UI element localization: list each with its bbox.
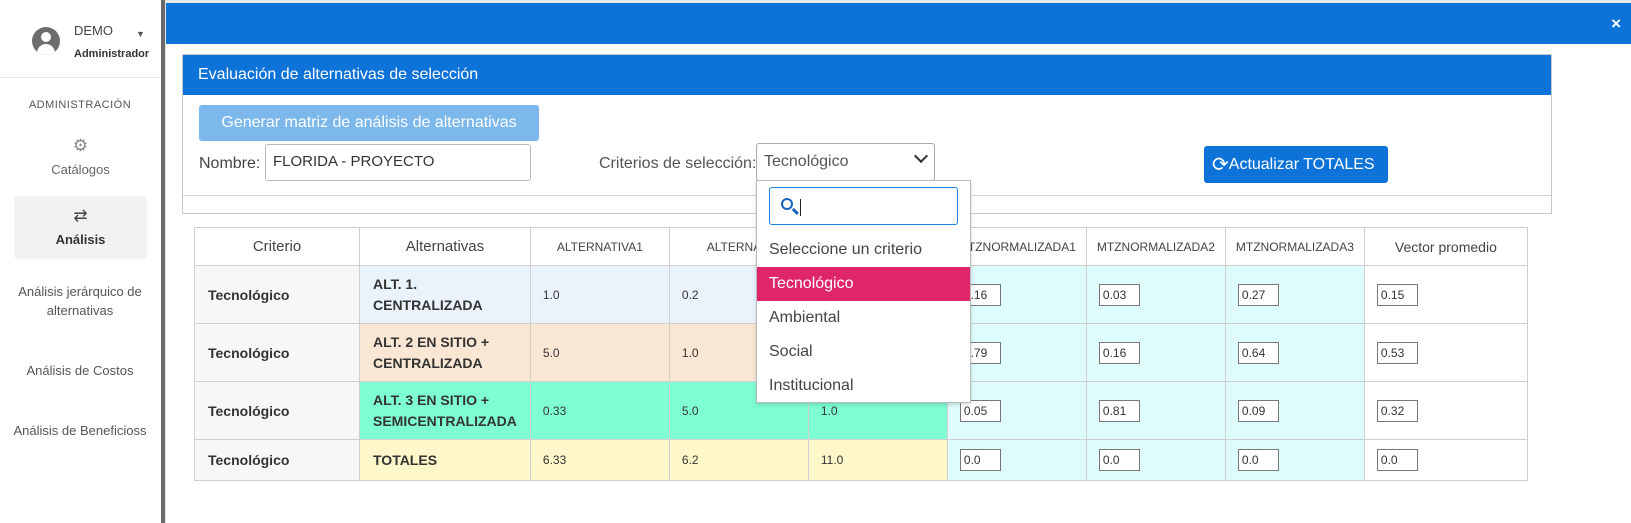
cell-criterio: Tecnológico [194, 381, 360, 440]
header-mtz3: MTZNORMALIZADA3 [1224, 227, 1365, 266]
n3-input[interactable]: 0.09 [1237, 399, 1279, 422]
alt-line2: CENTRALIZADA [373, 296, 483, 313]
cell-alternativa: ALT. 2 EN SITIO + CENTRALIZADA [359, 323, 531, 382]
n2-input[interactable]: 0.03 [1098, 283, 1140, 306]
name-input[interactable]: FLORIDA - PROYECTO [265, 144, 531, 181]
alt-line1: ALT. 2 EN SITIO + [373, 333, 490, 350]
cell-n2: 0.81 [1085, 381, 1226, 440]
cell-criterio: Tecnológico [194, 439, 360, 481]
chevron-down-icon [913, 148, 929, 164]
criteria-search-input[interactable] [769, 187, 958, 225]
dropdown-option-selected[interactable]: Tecnológico [757, 267, 970, 301]
cell-n3: 0.0 [1224, 439, 1365, 481]
alt-line2: SEMICENTRALIZADA [373, 412, 517, 429]
generate-matrix-button[interactable]: Generar matriz de análisis de alternativ… [199, 105, 539, 141]
user-menu[interactable]: DEMO Administrador ▼ [0, 0, 160, 78]
cell-criterio: Tecnológico [194, 323, 360, 382]
cell-n2: 0.0 [1085, 439, 1226, 481]
update-totals-button[interactable]: ⟳Actualizar TOTALES [1204, 146, 1388, 183]
name-label: Nombre: [199, 155, 261, 172]
vector-input[interactable]: 0.15 [1376, 283, 1418, 306]
criteria-select[interactable]: Tecnológico [756, 143, 935, 181]
update-totals-label: Actualizar TOTALES [1228, 156, 1375, 173]
text-cursor [800, 199, 801, 216]
header-criterio: Criterio [194, 227, 360, 266]
header-vector: Vector promedio [1363, 227, 1528, 266]
cell-alternativa: ALT. 1. CENTRALIZADA [359, 265, 531, 324]
n3-input[interactable]: 0.0 [1237, 449, 1279, 471]
n3-input[interactable]: 0.27 [1237, 283, 1279, 306]
sidebar-item-label: Análisis [55, 232, 106, 247]
dropdown-option[interactable]: Social [757, 335, 970, 369]
cell-a1: 0.33 [529, 381, 670, 440]
alt-line1: ALT. 3 EN SITIO + [373, 391, 490, 408]
cell-a3: 11.0 [807, 439, 948, 481]
cell-criterio: Tecnológico [194, 265, 360, 324]
alt-line1: TOTALES [373, 451, 438, 468]
criteria-label: Criterios de selección: [599, 155, 757, 172]
cell-vector: 0.32 [1363, 381, 1528, 440]
cell-vector: 0.0 [1363, 439, 1528, 481]
section-title-administracion: ADMINISTRACIÓN [28, 99, 132, 111]
cell-n2: 0.16 [1085, 323, 1226, 382]
dropdown-option[interactable]: Institucional [757, 369, 970, 403]
sidebar-item-analisis[interactable]: ⇄ Análisis [14, 196, 147, 259]
close-icon[interactable]: × [1611, 14, 1621, 34]
n3-input[interactable]: 0.64 [1237, 341, 1279, 364]
header-alternativa1: ALTERNATIVA1 [529, 227, 670, 266]
exchange-icon: ⇄ [73, 206, 88, 225]
cell-vector: 0.53 [1363, 323, 1528, 382]
panel-title: Evaluación de alternativas de selección [183, 55, 1551, 95]
n2-input[interactable]: 0.0 [1098, 449, 1140, 471]
cell-a1: 5.0 [529, 323, 670, 382]
gears-icon: ⚙ [72, 136, 89, 155]
caret-down-icon[interactable]: ▼ [136, 29, 145, 39]
cell-alternativa: ALT. 3 EN SITIO + SEMICENTRALIZADA [359, 381, 531, 440]
modal-header: × [166, 3, 1631, 44]
vector-input[interactable]: 0.32 [1376, 399, 1418, 422]
subnav-analisis-beneficios[interactable]: Análisis de Beneficioss [10, 421, 150, 440]
refresh-icon: ⟳ [1212, 154, 1229, 176]
cell-n3: 0.27 [1224, 265, 1365, 324]
subnav-analisis-jerarquico[interactable]: Análisis jerárquico de alternativas [10, 282, 150, 320]
cell-a2: 6.2 [668, 439, 809, 481]
cell-n3: 0.64 [1224, 323, 1365, 382]
cell-n2: 0.03 [1085, 265, 1226, 324]
search-icon [781, 198, 793, 210]
cell-n3: 0.09 [1224, 381, 1365, 440]
header-mtz2: MTZNORMALIZADA2 [1085, 227, 1226, 266]
alt-line2: CENTRALIZADA [373, 354, 483, 371]
n1-input[interactable]: 0.0 [959, 449, 1001, 471]
criteria-dropdown-menu: Seleccione un criterio Tecnológico Ambie… [756, 180, 971, 403]
vector-input[interactable]: 0.0 [1376, 449, 1418, 471]
user-name: DEMO [74, 23, 113, 38]
cell-alternativa: TOTALES [359, 439, 531, 481]
vector-input[interactable]: 0.53 [1376, 341, 1418, 364]
subnav-analisis-costos[interactable]: Análisis de Costos [10, 361, 150, 380]
sidebar-item-catalogos[interactable]: ⚙ Catálogos [14, 136, 147, 192]
user-avatar-icon [32, 27, 60, 55]
alt-line1: ALT. 1. [373, 275, 418, 292]
cell-vector: 0.15 [1363, 265, 1528, 324]
cell-n1: 0.0 [946, 439, 1087, 481]
criteria-select-value: Tecnológico [764, 153, 849, 170]
cell-a1: 1.0 [529, 265, 670, 324]
sidebar-item-label: Catálogos [51, 162, 110, 177]
sidebar: DEMO Administrador ▼ ADMINISTRACIÓN ⚙ Ca… [0, 0, 165, 523]
dropdown-option[interactable]: Seleccione un criterio [757, 233, 970, 267]
table-row-totals: Tecnológico TOTALES 6.33 6.2 11.0 0.0 0.… [194, 439, 1528, 481]
header-alternativas: Alternativas [359, 227, 531, 266]
dropdown-option[interactable]: Ambiental [757, 301, 970, 335]
user-role: Administrador [74, 48, 150, 60]
n2-input[interactable]: 0.16 [1098, 341, 1140, 364]
cell-a1: 6.33 [529, 439, 670, 481]
n2-input[interactable]: 0.81 [1098, 399, 1140, 422]
